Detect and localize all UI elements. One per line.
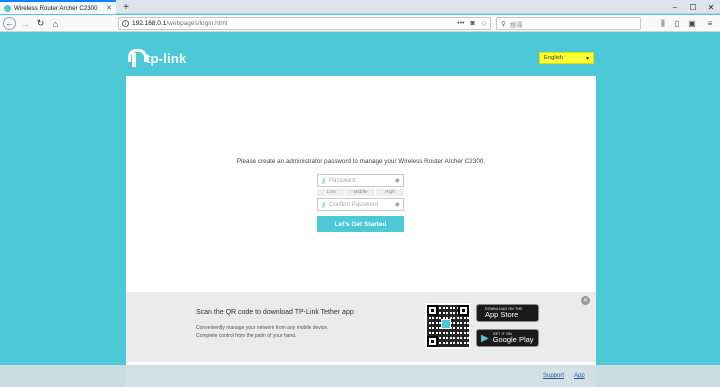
- maximize-icon[interactable]: ☐: [684, 0, 702, 14]
- url-bar[interactable]: i 192.168.0.1 /webpages/login.html ••• ◙…: [118, 17, 491, 30]
- tether-app-promo: Scan the QR code to download TP-Link Tet…: [126, 292, 596, 362]
- key-icon: ⚷: [321, 201, 327, 209]
- key-icon: ⚷: [321, 177, 327, 185]
- url-host: 192.168.0.1: [132, 20, 167, 27]
- chevron-down-icon: ▾: [585, 55, 589, 62]
- tab-bar: Wireless Router Archer C2300 ✕ + – ☐ ✕: [0, 0, 720, 14]
- app-link[interactable]: App: [574, 373, 585, 379]
- play-icon: ▶: [481, 332, 489, 344]
- login-panel: Please create an administrator password …: [126, 76, 596, 292]
- show-password-icon[interactable]: ◉: [395, 177, 400, 184]
- sidebar-icon[interactable]: ▯: [671, 17, 683, 30]
- browser-tab[interactable]: Wireless Router Archer C2300 ✕: [0, 0, 116, 14]
- password-strength-meter: Low Middle High: [317, 189, 404, 196]
- favicon-icon: [4, 4, 11, 12]
- password-placeholder: Password: [329, 177, 356, 184]
- menu-icon[interactable]: ≡: [704, 17, 716, 30]
- language-value: English: [544, 55, 564, 61]
- forward-button[interactable]: →: [19, 17, 32, 30]
- info-icon[interactable]: i: [122, 20, 129, 27]
- promo-description: Conveniently manage your network from an…: [196, 325, 329, 340]
- close-tab-icon[interactable]: ✕: [106, 4, 112, 12]
- tplink-logo: tp-link: [125, 49, 186, 67]
- library-icon[interactable]: ⫼: [657, 17, 669, 30]
- promo-desc-line-2: Complete control from the palm of your h…: [196, 332, 297, 339]
- promo-title: Scan the QR code to download TP-Link Tet…: [196, 309, 354, 316]
- reload-button[interactable]: ↻: [34, 17, 47, 30]
- support-link[interactable]: Support: [543, 373, 564, 379]
- brand-name: tp-link: [146, 50, 187, 66]
- close-promo-icon[interactable]: ✕: [581, 296, 590, 305]
- close-window-icon[interactable]: ✕: [702, 0, 720, 14]
- back-button[interactable]: ←: [3, 17, 16, 30]
- tab-title: Wireless Router Archer C2300: [14, 4, 98, 12]
- footer-bar: [0, 365, 720, 387]
- minimize-icon[interactable]: –: [666, 0, 684, 14]
- search-icon: ⚲: [501, 20, 506, 28]
- confirm-placeholder: Confirm Password: [329, 201, 379, 208]
- search-input[interactable]: ⚲ 搜尋: [496, 17, 641, 30]
- new-tab-button[interactable]: +: [120, 0, 132, 14]
- promo-desc-line-1: Conveniently manage your network from an…: [196, 325, 329, 331]
- search-placeholder: 搜尋: [509, 21, 523, 29]
- setup-prompt: Please create an administrator password …: [236, 158, 486, 165]
- password-field[interactable]: ⚷ Password ◉: [317, 174, 404, 187]
- pocket-icon[interactable]: ◙: [470, 20, 474, 28]
- language-select[interactable]: English ▾: [539, 52, 594, 64]
- confirm-password-field[interactable]: ⚷ Confirm Password ◉: [317, 198, 404, 211]
- google-play-button[interactable]: ▶ GET IT ON Google Play: [476, 329, 539, 347]
- nav-bar: ← → ↻ ⌂ i 192.168.0.1 /webpages/login.ht…: [0, 15, 720, 32]
- get-started-button[interactable]: Let's Get Started: [317, 216, 404, 232]
- strength-low: Low: [317, 189, 346, 196]
- app-store-button[interactable]: DOWNLOAD ON THE App Store: [476, 304, 539, 322]
- show-confirm-password-icon[interactable]: ◉: [395, 201, 400, 208]
- extension-icon[interactable]: ▣: [686, 17, 698, 30]
- qr-logo-icon: [441, 319, 451, 329]
- qr-code: [425, 303, 471, 349]
- home-button[interactable]: ⌂: [49, 17, 62, 30]
- page-actions-icon[interactable]: •••: [457, 20, 464, 28]
- url-path: /webpages/login.html: [166, 20, 228, 27]
- tplink-logo-icon: [125, 49, 147, 67]
- strength-high: High: [375, 189, 404, 196]
- bookmark-star-icon[interactable]: ☆: [481, 20, 487, 28]
- strength-middle: Middle: [346, 189, 375, 196]
